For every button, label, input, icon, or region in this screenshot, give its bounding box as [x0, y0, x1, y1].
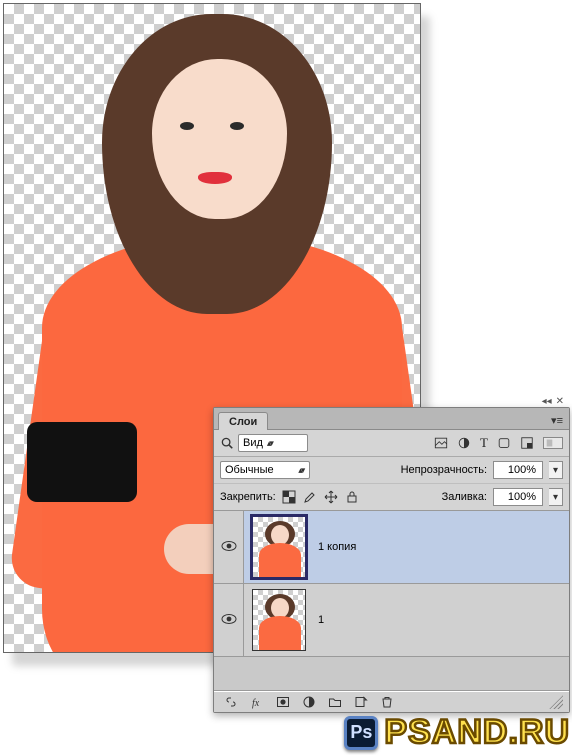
watermark-text: PSAND.RU	[384, 713, 570, 752]
ps-logo-icon: Ps	[344, 716, 378, 750]
lock-position-icon[interactable]	[324, 490, 338, 504]
adjustment-filter-icon[interactable]	[457, 436, 471, 450]
layer-kind-select[interactable]: Вид ▴▾	[238, 434, 308, 452]
watermark: Ps PSAND.RU	[344, 713, 570, 752]
layer-mask-icon[interactable]	[276, 695, 290, 709]
layer-kind-value: Вид	[243, 437, 263, 449]
ps-logo-text: Ps	[350, 722, 372, 743]
svg-text:fx: fx	[252, 698, 260, 709]
tab-layers-label: Слои	[229, 416, 257, 428]
adjustment-layer-icon[interactable]	[302, 695, 316, 709]
shape-filter-icon[interactable]	[497, 436, 511, 450]
close-icon[interactable]: ✕	[556, 396, 564, 407]
lock-all-icon[interactable]	[345, 490, 359, 504]
layer-thumbnail[interactable]	[252, 516, 306, 578]
fill-label: Заливка:	[442, 491, 487, 503]
opacity-value: 100%	[508, 464, 536, 476]
updown-icon: ▴▾	[298, 465, 303, 476]
layer-row[interactable]: 1	[214, 584, 569, 657]
tab-layers[interactable]: Слои	[218, 412, 268, 430]
eye-icon	[221, 613, 237, 628]
search-icon	[220, 436, 234, 450]
group-icon[interactable]	[328, 695, 342, 709]
fill-dropdown[interactable]	[549, 488, 563, 506]
collapse-left-icon: ◂◂	[542, 396, 552, 407]
new-layer-icon[interactable]	[354, 695, 368, 709]
menu-icon: ▾≡	[551, 415, 563, 427]
eye-icon	[221, 540, 237, 555]
layer-thumbnail[interactable]	[252, 589, 306, 651]
blend-opacity-row: Обычные ▴▾ Непрозрачность: 100%	[214, 457, 569, 484]
layers-empty-area[interactable]	[214, 657, 569, 691]
lock-fill-row: Закрепить: Заливка: 100%	[214, 484, 569, 511]
delete-layer-icon[interactable]	[380, 695, 394, 709]
fill-value: 100%	[508, 491, 536, 503]
layer-visibility-toggle[interactable]	[214, 584, 244, 656]
lock-transparency-icon[interactable]	[282, 490, 296, 504]
layer-name[interactable]: 1 копия	[318, 541, 356, 553]
layer-name[interactable]: 1	[318, 614, 324, 626]
layer-visibility-toggle[interactable]	[214, 511, 244, 583]
type-filter-icon[interactable]: T	[480, 436, 488, 450]
layers-list: 1 копия 1	[214, 511, 569, 691]
lock-brush-icon[interactable]	[303, 490, 317, 504]
opacity-label: Непрозрачность:	[401, 464, 487, 476]
image-filter-icon[interactable]	[434, 436, 448, 450]
layer-style-icon[interactable]: fx	[250, 695, 264, 709]
layers-panel-footer: fx	[214, 691, 569, 712]
layers-panel: ◂◂ ✕ Слои ▾≡ Вид ▴▾	[213, 395, 570, 713]
smartobject-filter-icon[interactable]	[520, 436, 534, 450]
filter-toggle-icon[interactable]	[543, 437, 563, 449]
fill-input[interactable]: 100%	[493, 488, 543, 506]
blend-mode-value: Обычные	[225, 464, 274, 476]
opacity-input[interactable]: 100%	[493, 461, 543, 479]
blend-mode-select[interactable]: Обычные ▴▾	[220, 461, 310, 479]
layer-row[interactable]: 1 копия	[214, 511, 569, 584]
resize-grip[interactable]	[549, 695, 563, 709]
panel-menu-button[interactable]: ▾≡	[545, 412, 569, 429]
updown-icon: ▴▾	[267, 438, 272, 449]
lock-label: Закрепить:	[220, 491, 276, 503]
opacity-dropdown[interactable]	[549, 461, 563, 479]
panel-collapse-bar[interactable]: ◂◂ ✕	[213, 395, 570, 407]
layer-filter-bar: Вид ▴▾ T	[214, 430, 569, 457]
panel-tabbar: Слои ▾≡	[214, 408, 569, 430]
link-layers-icon[interactable]	[224, 695, 238, 709]
